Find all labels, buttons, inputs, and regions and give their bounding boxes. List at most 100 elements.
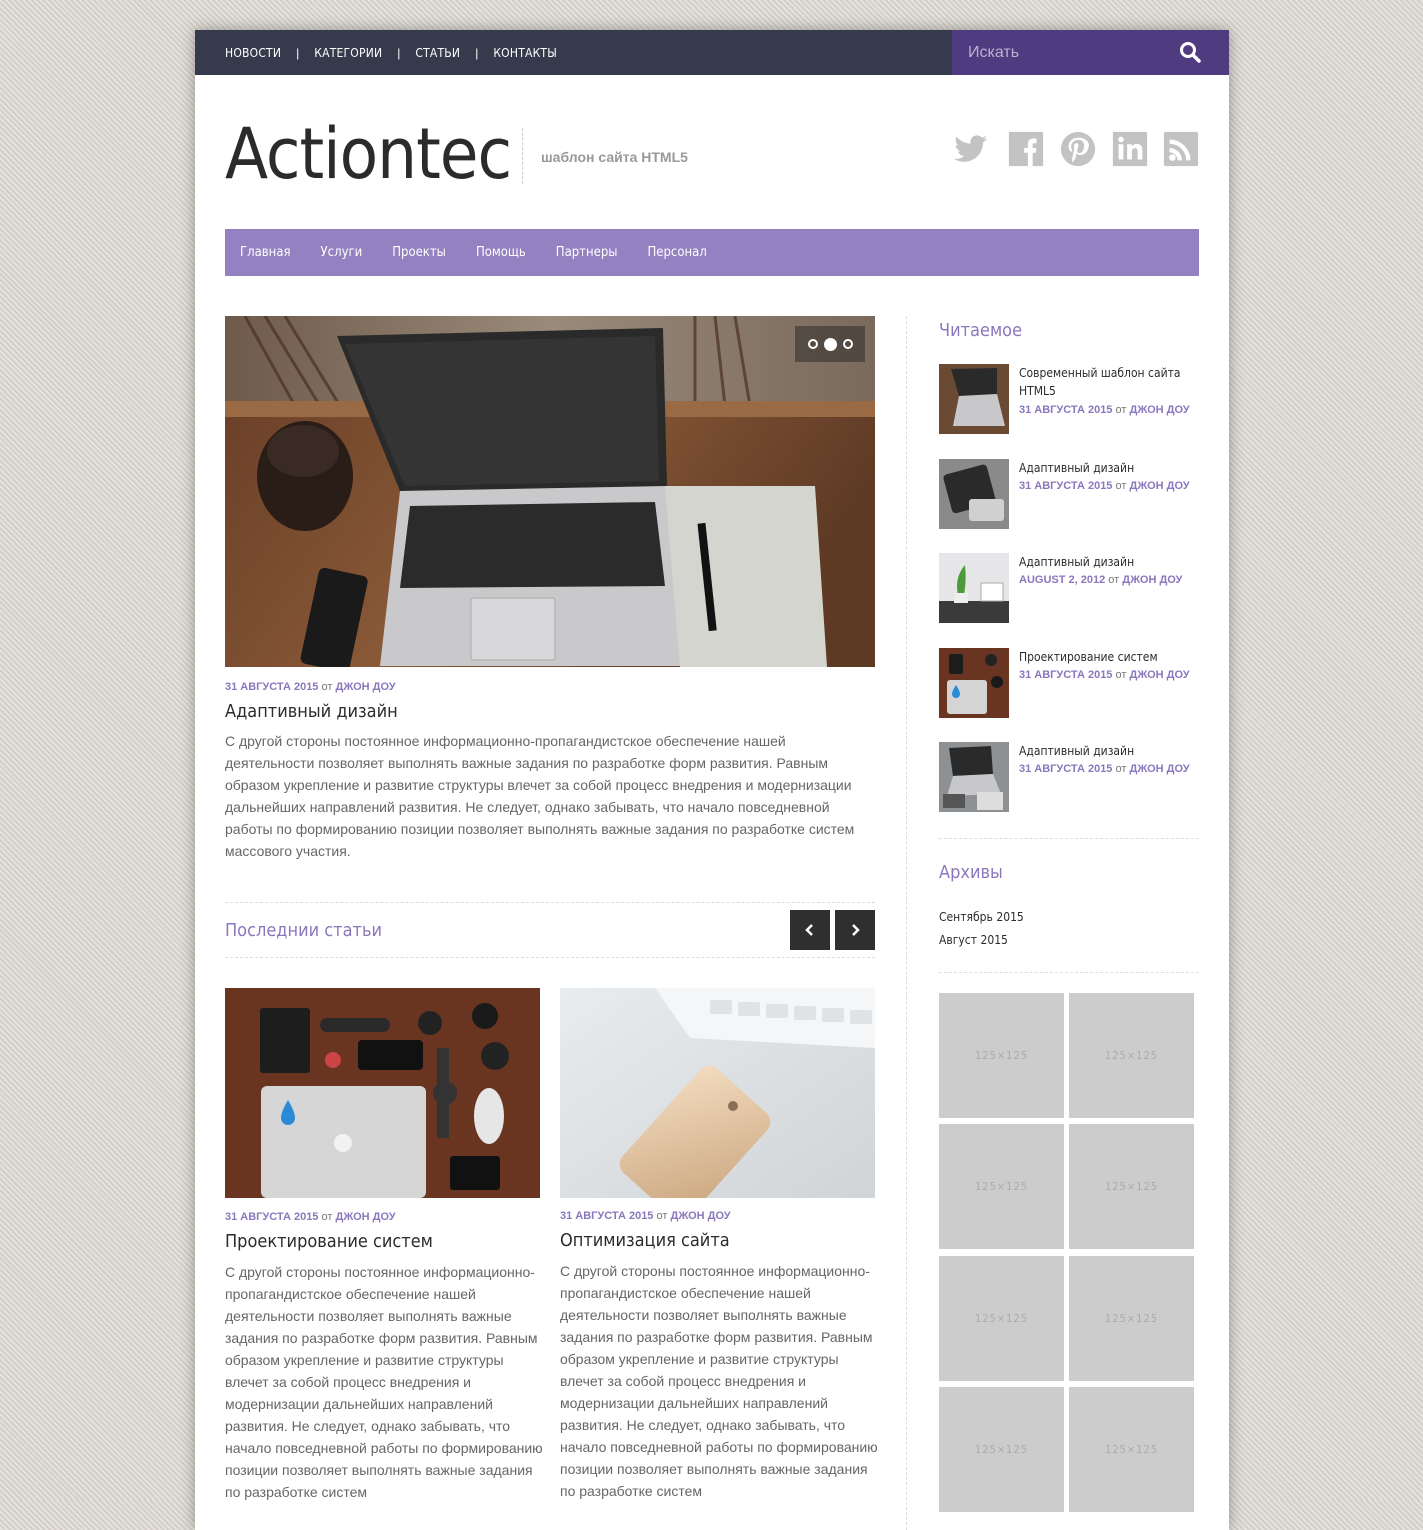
popular-item: Адаптивный дизайн AUGUST 2, 2012 от ДЖОН…: [939, 553, 1199, 623]
post-image-flatlay[interactable]: [225, 988, 540, 1198]
ad-banner[interactable]: 125×125: [1069, 993, 1194, 1118]
popular-item-title[interactable]: Адаптивный дизайн: [1019, 459, 1199, 477]
ad-banner[interactable]: 125×125: [1069, 1387, 1194, 1512]
post-author[interactable]: ДЖОН ДОУ: [1129, 404, 1189, 416]
search-icon[interactable]: [1178, 40, 1202, 64]
post-date[interactable]: 31 АВГУСТА 2015: [1019, 763, 1112, 775]
post-by: от: [1115, 404, 1127, 416]
post-author[interactable]: ДЖОН ДОУ: [335, 681, 395, 693]
menu-item-staff[interactable]: Персонал: [648, 245, 707, 260]
ad-banner[interactable]: 125×125: [939, 1124, 1064, 1249]
pinterest-icon[interactable]: [1059, 130, 1097, 168]
featured-slider-image[interactable]: [225, 316, 875, 667]
site-logo[interactable]: Actiontec: [225, 114, 512, 194]
topnav-separator: |: [397, 45, 401, 60]
archive-link[interactable]: Сентябрь 2015: [939, 910, 1024, 924]
top-nav: НОВОСТИ | КАТЕГОРИИ | СТАТЬИ | КОНТАКТЫ: [225, 30, 557, 75]
post-date[interactable]: 31 АВГУСТА 2015: [560, 1210, 653, 1222]
topnav-separator: |: [475, 45, 479, 60]
page-wrapper: НОВОСТИ | КАТЕГОРИИ | СТАТЬИ | КОНТАКТЫ …: [195, 30, 1229, 1530]
ad-banner[interactable]: 125×125: [1069, 1256, 1194, 1381]
sidebar-divider: [906, 316, 907, 1530]
post-by: от: [1115, 480, 1127, 492]
post-date[interactable]: 31 АВГУСТА 2015: [225, 1211, 318, 1223]
post-date[interactable]: AUGUST 2, 2012: [1019, 574, 1105, 586]
menu-item-services[interactable]: Услуги: [321, 245, 363, 260]
popular-item-title[interactable]: Проектирование систем: [1019, 648, 1199, 666]
post-by: от: [321, 681, 333, 693]
popular-thumb[interactable]: [939, 364, 1009, 434]
post-text: С другой стороны постоянное информационн…: [560, 1263, 878, 1499]
post-meta: 31 АВГУСТА 2015 от ДЖОН ДОУ: [225, 1211, 396, 1223]
popular-item-title[interactable]: Современный шаблон сайта HTML5: [1019, 364, 1199, 400]
facebook-icon[interactable]: [1007, 130, 1045, 168]
menu-item-projects[interactable]: Проекты: [392, 245, 446, 260]
ad-banner[interactable]: 125×125: [939, 993, 1064, 1118]
post-author[interactable]: ДЖОН ДОУ: [335, 1211, 395, 1223]
linkedin-icon[interactable]: [1111, 130, 1149, 168]
post-date[interactable]: 31 АВГУСТА 2015: [225, 681, 318, 693]
divider: [225, 902, 875, 903]
archive-link[interactable]: Август 2015: [939, 933, 1008, 947]
slider-dot[interactable]: [842, 339, 853, 349]
post-date[interactable]: 31 АВГУСТА 2015: [1019, 404, 1112, 416]
divider: [939, 972, 1199, 973]
post-author[interactable]: ДЖОН ДОУ: [1129, 480, 1189, 492]
popular-item: Современный шаблон сайта HTML5 31 АВГУСТ…: [939, 364, 1199, 434]
divider: [225, 957, 875, 958]
topnav-item-news[interactable]: НОВОСТИ: [225, 46, 281, 60]
popular-item: Проектирование систем 31 АВГУСТА 2015 от…: [939, 648, 1199, 718]
popular-thumb[interactable]: [939, 742, 1009, 812]
chevron-left-icon: [805, 924, 813, 936]
topnav-item-articles[interactable]: СТАТЬИ: [415, 46, 460, 60]
featured-post-title[interactable]: Адаптивный дизайн: [225, 701, 398, 722]
rss-icon[interactable]: [1162, 130, 1200, 168]
popular-thumb[interactable]: [939, 648, 1009, 718]
slider-dot-active[interactable]: [823, 337, 837, 351]
post-text: С другой стороны постоянное информационн…: [225, 1264, 543, 1500]
post-by: от: [1115, 763, 1127, 775]
chevron-right-icon: [852, 924, 860, 936]
post-date[interactable]: 31 АВГУСТА 2015: [1019, 669, 1112, 681]
post-author[interactable]: ДЖОН ДОУ: [1129, 669, 1189, 681]
post-title[interactable]: Проектирование систем: [225, 1231, 433, 1252]
slider-pagination: [795, 326, 865, 362]
post-author[interactable]: ДЖОН ДОУ: [670, 1210, 730, 1222]
popular-item-title[interactable]: Адаптивный дизайн: [1019, 553, 1199, 571]
archives-title: Архивы: [939, 862, 1003, 883]
menu-item-help[interactable]: Помощь: [476, 245, 526, 260]
topnav-item-categories[interactable]: КАТЕГОРИИ: [314, 46, 382, 60]
search-input[interactable]: [966, 40, 1170, 66]
post-author[interactable]: ДЖОН ДОУ: [1122, 574, 1182, 586]
featured-post-meta: 31 АВГУСТА 2015 от ДЖОН ДОУ: [225, 681, 396, 693]
ad-banner[interactable]: 125×125: [939, 1387, 1064, 1512]
topnav-item-contacts[interactable]: КОНТАКТЫ: [493, 46, 557, 60]
popular-thumb[interactable]: [939, 459, 1009, 529]
menu-item-home[interactable]: Главная: [240, 245, 291, 260]
latest-articles-title: Последнии статьи: [225, 920, 383, 941]
ad-banner[interactable]: 125×125: [1069, 1124, 1194, 1249]
topnav-separator: |: [296, 45, 300, 60]
post-image-ipod[interactable]: [560, 988, 875, 1198]
next-button[interactable]: [835, 910, 875, 950]
post-meta: 31 АВГУСТА 2015 от ДЖОН ДОУ: [1019, 480, 1190, 492]
search-box: [952, 30, 1229, 75]
ad-banner[interactable]: 125×125: [939, 1256, 1064, 1381]
post-meta: AUGUST 2, 2012 от ДЖОН ДОУ: [1019, 574, 1182, 586]
site-tagline: шаблон сайта HTML5: [541, 149, 688, 165]
post-title[interactable]: Оптимизация сайта: [560, 1230, 730, 1251]
post-meta: 31 АВГУСТА 2015 от ДЖОН ДОУ: [1019, 404, 1190, 416]
post-author[interactable]: ДЖОН ДОУ: [1129, 763, 1189, 775]
divider: [939, 838, 1199, 839]
menu-item-partners[interactable]: Партнеры: [556, 245, 618, 260]
slider-dot[interactable]: [807, 339, 818, 349]
popular-item: Адаптивный дизайн 31 АВГУСТА 2015 от ДЖО…: [939, 459, 1199, 529]
twitter-icon[interactable]: [952, 130, 990, 168]
popular-item-title[interactable]: Адаптивный дизайн: [1019, 742, 1199, 760]
popular-thumb[interactable]: [939, 553, 1009, 623]
logo-divider: [522, 128, 523, 184]
popular-item: Адаптивный дизайн 31 АВГУСТА 2015 от ДЖО…: [939, 742, 1199, 812]
post-meta: 31 АВГУСТА 2015 от ДЖОН ДОУ: [1019, 669, 1190, 681]
post-date[interactable]: 31 АВГУСТА 2015: [1019, 480, 1112, 492]
prev-button[interactable]: [790, 910, 830, 950]
